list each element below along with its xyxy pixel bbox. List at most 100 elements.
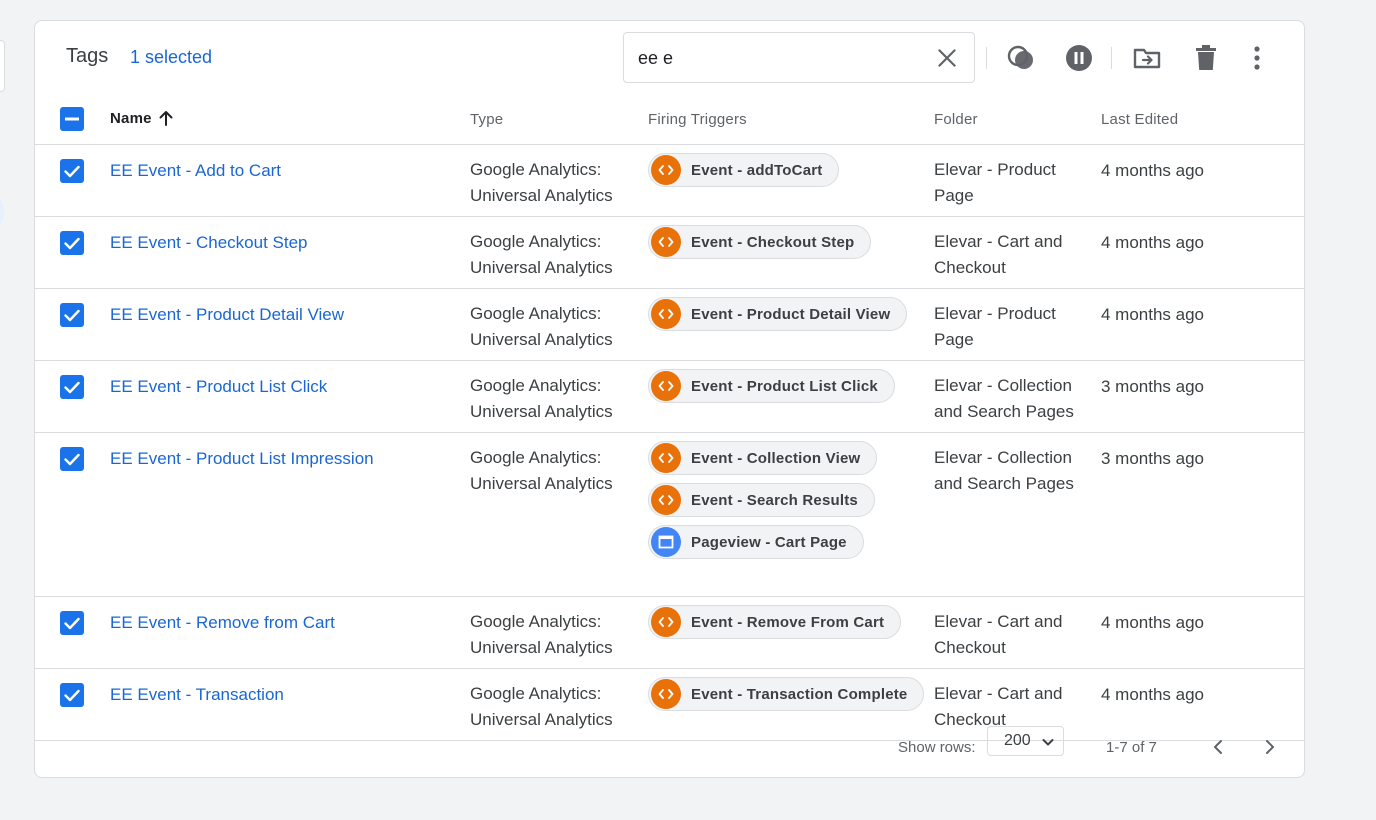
trigger-chip[interactable]: Pageview - Cart Page — [648, 525, 864, 559]
last-edited: 4 months ago — [1101, 233, 1205, 252]
tag-name-link[interactable]: EE Event - Product List Impression — [110, 449, 374, 469]
code-icon — [658, 237, 674, 247]
trigger-chip-label: Event - Product List Click — [691, 377, 878, 395]
tag-type: Google Analytics: Universal Analytics — [470, 373, 613, 425]
merge-icon[interactable] — [1004, 41, 1038, 75]
table-row[interactable]: EE Event - Product List Click Google Anal… — [35, 361, 1304, 433]
check-icon — [64, 453, 80, 465]
row-checkbox[interactable] — [60, 683, 84, 707]
trigger-type-icon — [651, 443, 681, 473]
previous-page-button[interactable] — [1204, 733, 1232, 761]
pageview-icon — [658, 535, 674, 549]
trigger-chip[interactable]: Event - Search Results — [648, 483, 875, 517]
rows-per-page-value: 200 — [1004, 732, 1031, 749]
rows-per-page-select[interactable]: 200 — [987, 726, 1064, 756]
tag-type: Google Analytics: Universal Analytics — [470, 229, 613, 281]
tag-folder-line: Elevar - Product — [934, 304, 1056, 323]
trigger-chip[interactable]: Event - Checkout Step — [648, 225, 872, 259]
tag-folder-line: Elevar - Cart and — [934, 232, 1063, 251]
trigger-type-icon — [651, 485, 681, 515]
tag-folder-line: Page — [934, 330, 974, 349]
firing-triggers: Event - Transaction Complete — [648, 677, 925, 711]
trigger-chip-label: Event - addToCart — [691, 161, 823, 179]
trigger-chip[interactable]: Event - Product List Click — [648, 369, 895, 403]
tag-name-link[interactable]: EE Event - Add to Cart — [110, 161, 281, 181]
arrow-up-icon — [159, 111, 173, 126]
trigger-chip[interactable]: Event - Product Detail View — [648, 297, 908, 331]
row-checkbox[interactable] — [60, 231, 84, 255]
trigger-type-icon — [651, 155, 681, 185]
table-row[interactable]: EE Event - Checkout Step Google Analytics… — [35, 217, 1304, 289]
side-panel-tab — [0, 40, 5, 92]
firing-triggers: Event - Product Detail View — [648, 297, 908, 331]
tag-type-line: Google Analytics: — [470, 376, 602, 395]
trigger-chip[interactable]: Event - Collection View — [648, 441, 878, 475]
tags-table-card: Tags 1 selected ee e Name Type Firing Tr… — [34, 20, 1305, 778]
page-title: Tags — [66, 45, 109, 67]
table-row[interactable]: EE Event - Remove from Cart Google Analyt… — [35, 597, 1304, 669]
tag-folder: Elevar - Collection and Search Pages — [934, 373, 1094, 425]
table-row[interactable]: EE Event - Product List Impression Google… — [35, 433, 1304, 597]
firing-triggers: Event - Checkout Step — [648, 225, 872, 259]
select-all-checkbox[interactable] — [60, 107, 84, 131]
delete-icon[interactable] — [1189, 41, 1223, 75]
trigger-chip[interactable]: Event - Remove From Cart — [648, 605, 902, 639]
tag-folder: Elevar - Product Page — [934, 301, 1094, 353]
chevron-left-icon — [1214, 740, 1222, 754]
row-checkbox[interactable] — [60, 447, 84, 471]
code-icon — [658, 165, 674, 175]
trigger-chip[interactable]: Event - Transaction Complete — [648, 677, 925, 711]
tag-folder-line: and Search Pages — [934, 474, 1074, 493]
row-checkbox[interactable] — [60, 159, 84, 183]
row-checkbox[interactable] — [60, 303, 84, 327]
last-edited: 4 months ago — [1101, 685, 1205, 704]
table-header: Tags 1 selected — [35, 21, 1304, 93]
tag-type-line: Universal Analytics — [470, 474, 613, 493]
tag-folder-line: Checkout — [934, 258, 1006, 277]
tag-folder: Elevar - Cart and Checkout — [934, 609, 1094, 661]
move-to-folder-icon[interactable] — [1130, 41, 1164, 75]
column-header-name[interactable]: Name — [110, 109, 174, 127]
trigger-chip-label: Event - Checkout Step — [691, 233, 855, 251]
next-page-button[interactable] — [1256, 733, 1284, 761]
row-checkbox[interactable] — [60, 611, 84, 635]
table-row[interactable]: EE Event - Product Detail View Google Ana… — [35, 289, 1304, 361]
column-header-firing-triggers[interactable]: Firing Triggers — [648, 111, 747, 128]
tag-type-line: Universal Analytics — [470, 402, 613, 421]
trigger-chip-label: Pageview - Cart Page — [691, 533, 847, 551]
close-icon[interactable] — [934, 45, 960, 71]
tag-name-link[interactable]: EE Event - Remove from Cart — [110, 613, 335, 633]
code-icon — [658, 381, 674, 391]
more-vert-icon[interactable] — [1240, 41, 1274, 75]
tag-name-link[interactable]: EE Event - Product Detail View — [110, 305, 344, 325]
column-header-type[interactable]: Type — [470, 111, 503, 128]
pause-icon[interactable] — [1062, 41, 1096, 75]
trigger-type-icon — [651, 371, 681, 401]
check-icon — [64, 617, 80, 629]
trigger-type-icon — [651, 299, 681, 329]
row-checkbox[interactable] — [60, 375, 84, 399]
toolbar-divider — [986, 47, 987, 69]
column-header-name-label: Name — [110, 109, 152, 127]
column-header-last-edited[interactable]: Last Edited — [1101, 111, 1178, 128]
tag-name-link[interactable]: EE Event - Checkout Step — [110, 233, 308, 253]
tag-folder-line: Elevar - Cart and — [934, 684, 1063, 703]
tag-folder-line: Elevar - Collection — [934, 448, 1072, 467]
search-input[interactable] — [638, 45, 928, 71]
table-row[interactable]: EE Event - Add to Cart Google Analytics: U… — [35, 145, 1304, 217]
tag-folder-line: and Search Pages — [934, 402, 1074, 421]
toolbar-divider — [1111, 47, 1112, 69]
firing-triggers: Event - Collection View Event - Search Re… — [648, 441, 878, 559]
check-icon — [64, 689, 80, 701]
trigger-type-icon — [651, 527, 681, 557]
tag-type-line: Google Analytics: — [470, 304, 602, 323]
tag-name-link[interactable]: EE Event - Transaction — [110, 685, 284, 705]
code-icon — [658, 689, 674, 699]
tag-name-link[interactable]: EE Event - Product List Click — [110, 377, 327, 397]
column-header-folder[interactable]: Folder — [934, 111, 978, 128]
last-edited: 3 months ago — [1101, 449, 1205, 468]
trigger-chip[interactable]: Event - addToCart — [648, 153, 840, 187]
tag-type: Google Analytics: Universal Analytics — [470, 445, 613, 497]
check-icon — [64, 165, 80, 177]
column-header-row: Name Type Firing Triggers Folder Last Ed… — [35, 93, 1304, 145]
